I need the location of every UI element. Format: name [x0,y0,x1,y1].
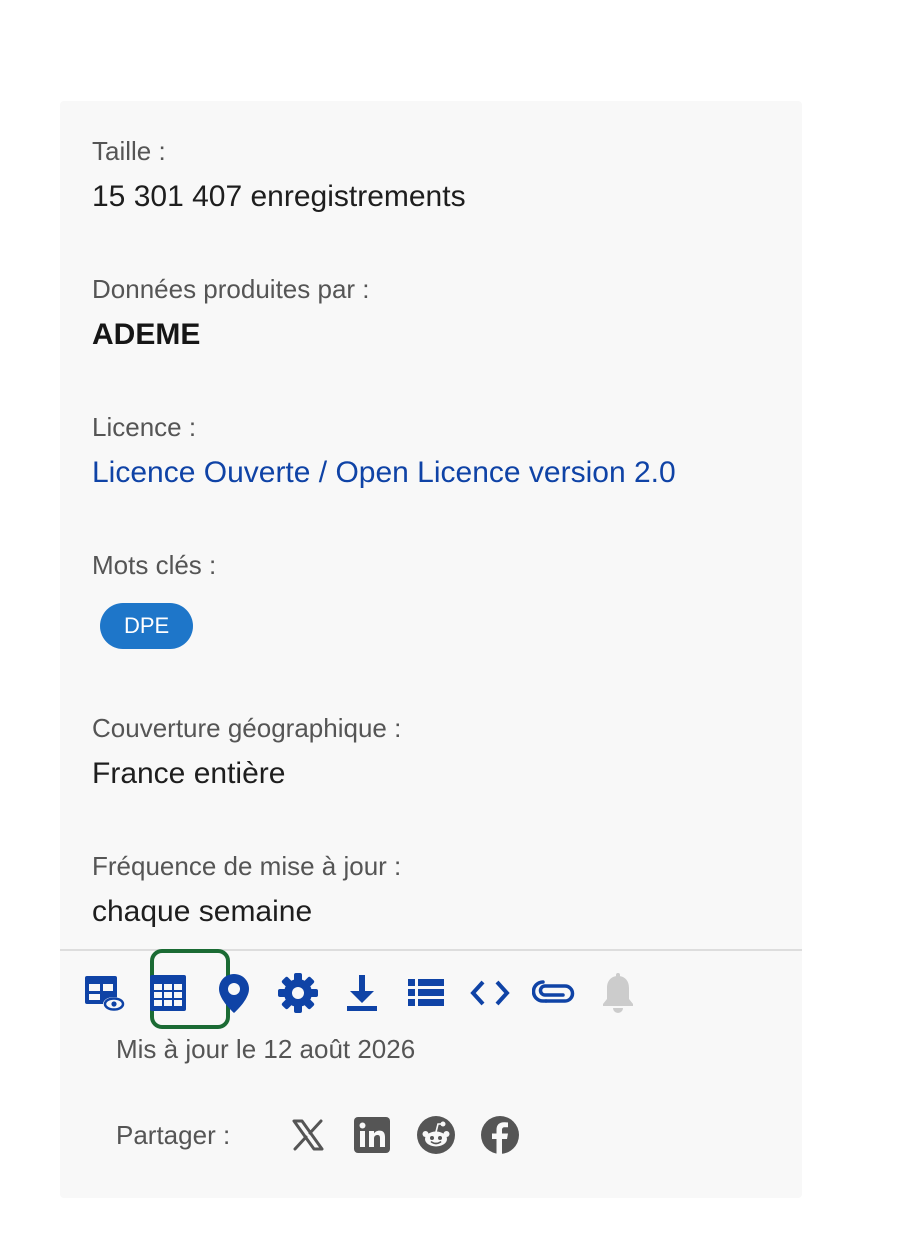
list-icon[interactable] [404,969,448,1017]
producer-value: ADEME [92,318,201,351]
x-icon[interactable] [288,1115,328,1155]
facebook-icon[interactable] [480,1115,520,1155]
paperclip-icon[interactable] [532,969,576,1017]
reddit-icon[interactable] [416,1115,456,1155]
keywords-label: Mots clés : [92,550,217,580]
table-preview-icon[interactable] [82,969,126,1017]
gear-icon[interactable] [276,969,320,1017]
license-label: Licence : [92,412,197,442]
producer-label: Données produites par : [92,274,370,304]
download-icon[interactable] [340,969,384,1017]
coverage-field: Couverture géographique : France entière [92,712,401,792]
linkedin-icon[interactable] [352,1115,392,1155]
coverage-value: France entière [92,757,286,790]
frequency-value: chaque semaine [92,895,313,928]
license-link[interactable]: Licence Ouverte / Open Licence version 2… [92,455,676,491]
size-label: Taille : [92,136,166,166]
bell-icon[interactable] [596,969,640,1017]
size-value: 15 301 407 enregistrements [92,180,466,213]
code-icon[interactable] [468,969,512,1017]
map-pin-icon[interactable] [212,969,256,1017]
coverage-label: Couverture géographique : [92,713,402,743]
table-icon[interactable] [146,969,190,1017]
keyword-tag[interactable]: DPE [100,603,194,649]
keywords-field: Mots clés : DPE [92,549,216,649]
frequency-field: Fréquence de mise à jour : chaque semain… [92,850,401,930]
producer-field: Données produites par : ADEME [92,273,370,353]
share-label: Partager : [116,1120,231,1150]
size-field: Taille : 15 301 407 enregistrements [92,135,466,215]
dataset-info-card: Taille : 15 301 407 enregistrements Donn… [60,101,802,1198]
license-field: Licence : Licence Ouverte / Open Licence… [92,411,676,491]
last-updated: Mis à jour le 12 août 2026 [116,1034,416,1064]
frequency-label: Fréquence de mise à jour : [92,851,402,881]
